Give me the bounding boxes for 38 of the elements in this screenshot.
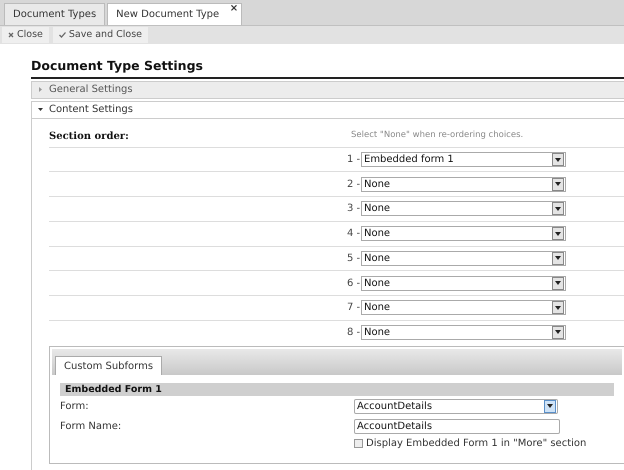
field-label: Form: (60, 400, 90, 414)
save-button[interactable]: Save and Close (52, 27, 148, 43)
order-number: 4 - (347, 227, 361, 242)
section-header[interactable]: General Settings (31, 80, 624, 99)
order-select[interactable]: None (361, 201, 566, 216)
caret-down-icon (38, 107, 43, 112)
caret-right-icon (38, 87, 43, 92)
form-name-field[interactable]: AccountDetails (354, 418, 560, 434)
checkbox-label: Display Embedded Form 1 in "More" section (366, 436, 586, 451)
tab[interactable]: Custom Subforms (55, 356, 162, 376)
order-select[interactable]: None (361, 250, 566, 266)
tab[interactable]: Document Types (4, 3, 106, 25)
order-select[interactable]: None (361, 176, 566, 192)
close-icon[interactable]: × (230, 4, 238, 14)
order-select[interactable]: None (361, 226, 566, 242)
order-number: 5 - (347, 252, 361, 266)
close-button[interactable]: Close (2, 27, 49, 43)
tab[interactable]: New Document Type × (107, 3, 242, 25)
check-icon (58, 32, 66, 38)
order-select[interactable]: None (361, 324, 566, 340)
form-select[interactable]: AccountDetails (354, 398, 558, 414)
field-label: Form Name: (60, 420, 122, 434)
group-header: Embedded Form 1 (60, 383, 614, 396)
order-select[interactable]: None (361, 300, 566, 316)
close-icon (8, 32, 14, 38)
field-label: Section order: (49, 130, 130, 144)
order-number: 8 - (347, 326, 361, 340)
order-number: 7 - (347, 301, 361, 316)
order-select[interactable]: Embedded form 1 (361, 152, 566, 168)
order-number: 1 - (347, 153, 361, 168)
order-select[interactable]: None (361, 276, 566, 291)
page-title: Document Type Settings (31, 57, 624, 79)
order-number: 3 - (347, 202, 361, 216)
checkbox[interactable] (354, 438, 363, 448)
order-number: 2 - (347, 178, 361, 192)
section-header[interactable]: Content Settings (31, 100, 624, 119)
hint-text: Select "None" when re-ordering choices. (351, 128, 524, 142)
order-number: 6 - (347, 276, 361, 291)
